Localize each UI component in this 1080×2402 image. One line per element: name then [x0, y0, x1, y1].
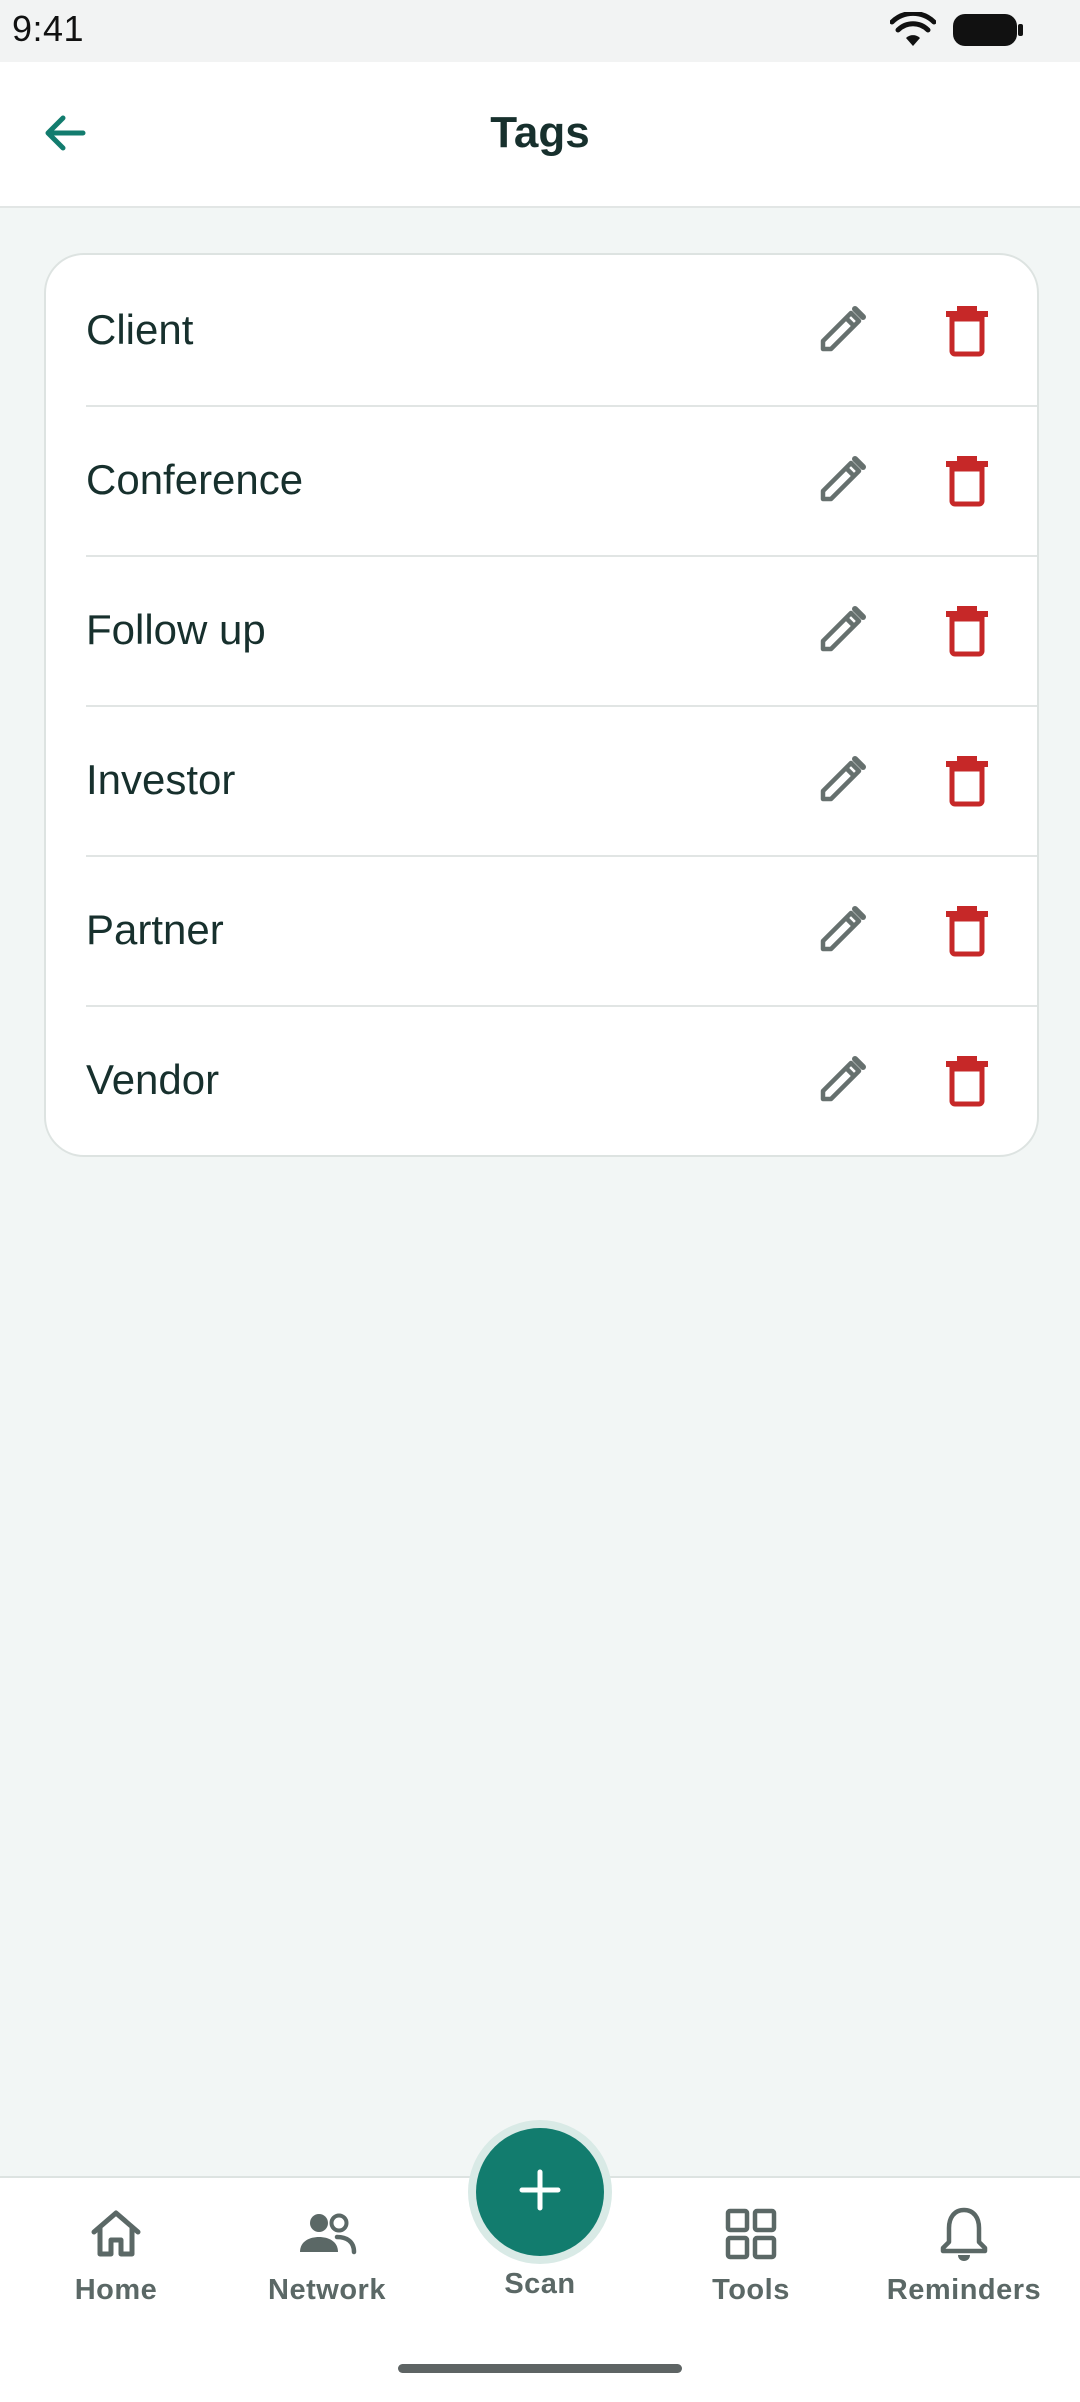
tag-label: Investor [86, 756, 236, 803]
status-time: 9:41 [12, 8, 85, 49]
trash-icon [946, 1056, 988, 1107]
nav-label: Reminders [886, 2274, 1042, 2306]
edit-tag-button[interactable] [802, 290, 882, 370]
tag-row: Investor [46, 705, 1037, 855]
edit-tag-button[interactable] [802, 440, 882, 520]
tag-label: Conference [86, 456, 304, 503]
wifi-icon [889, 10, 937, 53]
pencil-icon [820, 456, 866, 502]
grid-icon [723, 2202, 779, 2266]
delete-tag-button[interactable] [927, 290, 1007, 370]
trash-icon [946, 756, 988, 807]
delete-tag-button[interactable] [927, 1040, 1007, 1120]
tag-row: Partner [46, 855, 1037, 1005]
tag-row: Conference [46, 405, 1037, 555]
delete-tag-button[interactable] [927, 440, 1007, 520]
delete-tag-button[interactable] [927, 890, 1007, 970]
tag-label: Follow up [86, 606, 266, 653]
battery-icon [952, 12, 1024, 53]
tags-list: Client Conference Follow up Investor Par… [44, 253, 1039, 1157]
pencil-icon [820, 606, 866, 652]
pencil-icon [820, 306, 866, 352]
app-bar: Tags [0, 62, 1080, 208]
tag-label: Client [86, 306, 194, 353]
pencil-icon [820, 756, 866, 802]
trash-icon [946, 606, 988, 657]
nav-label: Tools [712, 2274, 790, 2306]
tag-row: Client [46, 255, 1037, 405]
scan-button[interactable] [476, 2128, 604, 2256]
edit-tag-button[interactable] [802, 590, 882, 670]
nav-item-network[interactable]: Network [219, 2202, 435, 2307]
tag-row: Follow up [46, 555, 1037, 705]
plus-icon [516, 2166, 564, 2219]
trash-icon [946, 306, 988, 357]
nav-item-tools[interactable]: Tools [643, 2202, 859, 2307]
delete-tag-button[interactable] [927, 590, 1007, 670]
pencil-icon [820, 1056, 866, 1102]
nav-item-reminders[interactable]: Reminders [856, 2202, 1072, 2307]
status-icons [889, 10, 1024, 53]
home-icon [88, 2202, 144, 2266]
nav-label: Network [268, 2274, 386, 2306]
tag-label: Vendor [86, 1056, 220, 1103]
nav-label: Home [74, 2274, 158, 2306]
trash-icon [946, 906, 988, 957]
page-title: Tags [490, 108, 590, 157]
edit-tag-button[interactable] [802, 1040, 882, 1120]
nav-item-home[interactable]: Home [8, 2202, 224, 2307]
pencil-icon [820, 906, 866, 952]
trash-icon [946, 456, 988, 507]
bell-icon [936, 2202, 992, 2266]
people-icon [297, 2202, 357, 2266]
edit-tag-button[interactable] [802, 890, 882, 970]
tag-row: Vendor [46, 1005, 1037, 1155]
status-bar: 9:41 [0, 0, 1080, 62]
home-indicator[interactable] [398, 2364, 682, 2373]
tag-label: Partner [86, 906, 224, 953]
nav-label-scan[interactable]: Scan [432, 2268, 648, 2301]
edit-tag-button[interactable] [802, 740, 882, 820]
delete-tag-button[interactable] [927, 740, 1007, 820]
